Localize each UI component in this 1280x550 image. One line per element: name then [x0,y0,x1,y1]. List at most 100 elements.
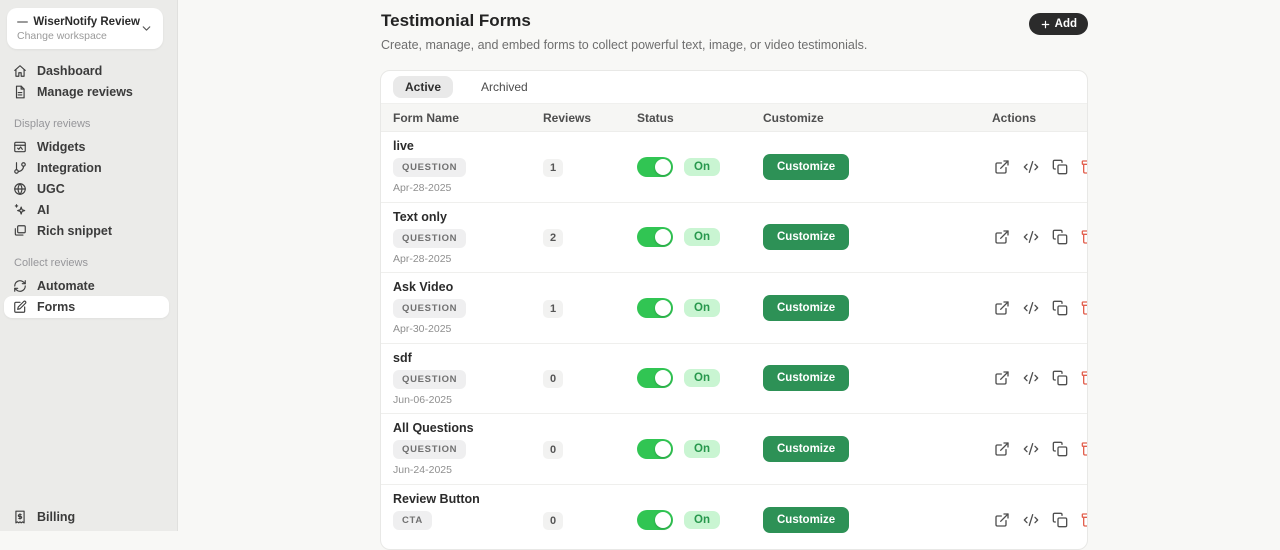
widgets-icon [13,140,27,154]
sidebar-item-automate[interactable]: Automate [4,275,169,296]
preview-action-button[interactable] [992,510,1012,530]
form-name: Ask Video [393,280,543,294]
duplicate-action-button[interactable] [1050,298,1070,318]
form-created-date: Apr-28-2025 [393,253,543,265]
status-badge: On [684,511,720,529]
sidebar-item-label: Billing [37,510,75,524]
tab-bar: Active Archived [381,71,1087,104]
status-badge: On [684,299,720,317]
sidebar-item-ai[interactable]: AI [4,199,169,220]
form-type-badge: QUESTION [393,370,466,389]
external-link-icon [994,370,1010,386]
form-pen-icon [13,300,27,314]
customize-cell: Customize [763,365,992,391]
external-link-icon [994,512,1010,528]
duplicate-action-button[interactable] [1050,439,1070,459]
reviews-count-badge: 1 [543,300,563,318]
customize-button[interactable]: Customize [763,507,849,533]
status-badge: On [684,158,720,176]
archive-action-button[interactable] [1079,510,1088,530]
status-toggle[interactable] [637,298,673,318]
sidebar-item-dashboard[interactable]: Dashboard [4,60,169,81]
reviews-count-badge: 0 [543,441,563,459]
duplicate-action-button[interactable] [1050,227,1070,247]
sidebar-item-forms[interactable]: Forms [4,296,169,318]
preview-action-button[interactable] [992,368,1012,388]
form-name-cell: Text only QUESTION Apr-28-2025 [393,210,543,265]
workspace-switcher[interactable]: WiserNotify Review Change workspace [7,8,163,49]
reviews-cell: 2 [543,228,637,246]
reviews-cell: 1 [543,158,637,176]
add-button[interactable]: Add [1029,13,1088,35]
status-toggle[interactable] [637,510,673,530]
form-name-cell: All Questions QUESTION Jun-24-2025 [393,421,543,476]
customize-cell: Customize [763,436,992,462]
archive-action-button[interactable] [1079,298,1088,318]
status-toggle[interactable] [637,157,673,177]
sidebar-section-collect-reviews: Collect reviews [4,257,169,269]
sidebar-item-billing[interactable]: Billing [4,506,169,527]
embed-code-action-button[interactable] [1021,227,1041,247]
customize-cell: Customize [763,295,992,321]
customize-cell: Customize [763,507,992,533]
customize-button[interactable]: Customize [763,436,849,462]
archive-action-button[interactable] [1079,439,1088,459]
tab-archived[interactable]: Archived [469,76,540,98]
column-header-actions: Actions [992,111,1075,125]
external-link-icon [994,229,1010,245]
archive-action-button[interactable] [1079,368,1088,388]
sidebar-item-rich-snippet[interactable]: Rich snippet [4,220,169,241]
toggle-knob [655,370,671,386]
code-icon [1023,300,1039,316]
code-icon [1023,370,1039,386]
duplicate-action-button[interactable] [1050,157,1070,177]
customize-button[interactable]: Customize [763,224,849,250]
embed-code-action-button[interactable] [1021,157,1041,177]
actions-cell [992,368,1088,388]
table-body: live QUESTION Apr-28-2025 1 On Customize [381,132,1087,550]
workspace-logo-icon [17,21,28,23]
toggle-knob [655,159,671,175]
workspace-subtitle: Change workspace [17,30,140,42]
copy-icon [1052,300,1068,316]
sidebar-item-integration[interactable]: Integration [4,157,169,178]
archive-action-button[interactable] [1079,157,1088,177]
preview-action-button[interactable] [992,157,1012,177]
customize-button[interactable]: Customize [763,154,849,180]
sidebar-section-display-reviews: Display reviews [4,118,169,130]
duplicate-action-button[interactable] [1050,510,1070,530]
copy-icon [1052,441,1068,457]
status-cell: On [637,439,763,459]
embed-code-action-button[interactable] [1021,439,1041,459]
customize-button[interactable]: Customize [763,295,849,321]
embed-code-action-button[interactable] [1021,510,1041,530]
sidebar-item-manage-reviews[interactable]: Manage reviews [4,81,169,102]
form-name-cell: sdf QUESTION Jun-06-2025 [393,351,543,406]
archive-icon [1081,229,1088,245]
archive-action-button[interactable] [1079,227,1088,247]
home-icon [13,64,27,78]
form-created-date [393,535,543,547]
preview-action-button[interactable] [992,298,1012,318]
form-name: All Questions [393,421,543,435]
actions-cell [992,510,1088,530]
embed-code-action-button[interactable] [1021,298,1041,318]
column-header-form-name: Form Name [393,111,543,125]
sidebar-item-ugc[interactable]: UGC [4,178,169,199]
tab-active[interactable]: Active [393,76,453,98]
preview-action-button[interactable] [992,439,1012,459]
status-toggle[interactable] [637,368,673,388]
status-toggle[interactable] [637,439,673,459]
toggle-knob [655,229,671,245]
table-row: sdf QUESTION Jun-06-2025 0 On Customize [381,344,1087,415]
archive-icon [1081,370,1088,386]
stacked-cards-icon [13,224,27,238]
form-type-badge: QUESTION [393,440,466,459]
customize-button[interactable]: Customize [763,365,849,391]
preview-action-button[interactable] [992,227,1012,247]
sidebar-item-widgets[interactable]: Widgets [4,136,169,157]
status-toggle[interactable] [637,227,673,247]
embed-code-action-button[interactable] [1021,368,1041,388]
duplicate-action-button[interactable] [1050,368,1070,388]
actions-cell [992,157,1088,177]
